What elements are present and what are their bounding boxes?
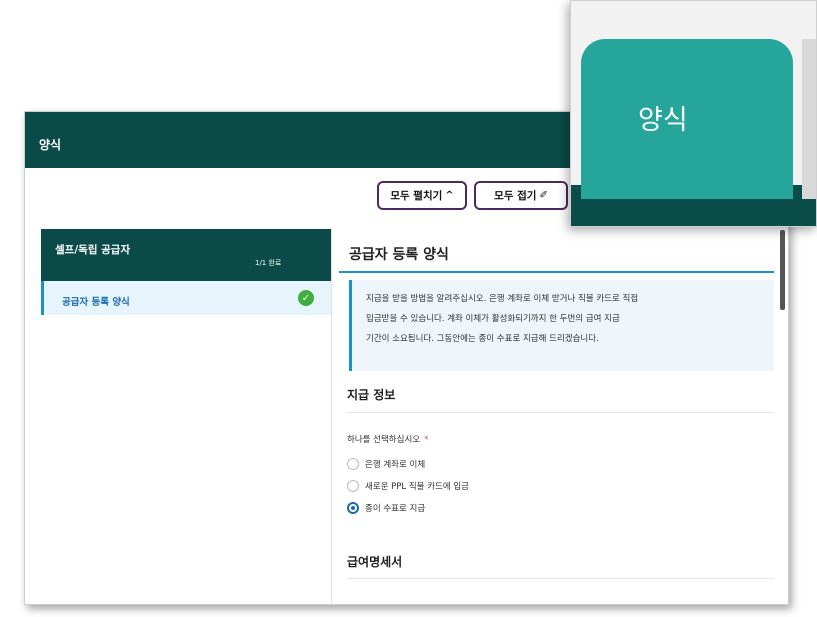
radio-label: 종이 수표로 지급 xyxy=(365,504,426,514)
info-line: 지급을 받을 방법을 알려주십시오. 은행 계좌로 이체 받거나 직불 카드로 … xyxy=(366,294,639,304)
radio-bank-transfer[interactable]: 은행 계좌로 이체 xyxy=(347,458,425,470)
radio-debit-card[interactable]: 새로운 PPL 직불 카드에 입금 xyxy=(347,480,469,492)
zoomed-adjacent-tab xyxy=(802,39,816,199)
form-content: 공급자 등록 양식 지급을 받을 방법을 알려주십시오. 은행 계좌로 이체 받… xyxy=(339,229,774,604)
form-title: 공급자 등록 양식 xyxy=(349,247,449,263)
sidebar: 셀프/독립 공급자 1/1 완료 공급자 등록 양식 ✓ xyxy=(41,229,332,604)
zoomed-tab-label: 양식 xyxy=(638,105,688,136)
chevron-up-icon: ^ xyxy=(445,190,454,201)
section-divider xyxy=(347,578,774,579)
paystub-section-title: 급여명세서 xyxy=(347,555,403,569)
radio-circle-selected[interactable] xyxy=(347,502,359,514)
collapse-all-label: 모두 접기 xyxy=(494,190,537,202)
question-label: 하나를 선택하십시오 xyxy=(347,435,421,445)
radio-circle[interactable] xyxy=(347,458,359,470)
sidebar-section-header: 셀프/독립 공급자 1/1 완료 xyxy=(41,229,331,281)
collapse-all-button[interactable]: 모두 접기 ✐ xyxy=(474,181,568,210)
sidebar-item-provider-registration-form[interactable]: 공급자 등록 양식 ✓ xyxy=(41,281,331,315)
zoomed-tab-callout: 양식 xyxy=(570,0,817,227)
sidebar-progress: 1/1 완료 xyxy=(255,259,282,267)
info-line: 입금받을 수 있습니다. 계좌 이체가 활성화되기까지 한 두번의 급여 지급 xyxy=(366,314,620,324)
pin-icon: ✐ xyxy=(539,190,548,201)
expand-all-label: 모두 펼치기 xyxy=(390,190,443,202)
check-circle-icon: ✓ xyxy=(298,290,314,306)
zoomed-forms-tab[interactable]: 양식 xyxy=(581,39,793,199)
info-box: 지급을 받을 방법을 알려주십시오. 은행 계좌로 이체 받거나 직불 카드로 … xyxy=(349,280,774,371)
radio-circle[interactable] xyxy=(347,480,359,492)
scrollbar[interactable] xyxy=(780,230,785,310)
title-divider xyxy=(339,271,774,273)
info-line: 기간이 소요됩니다. 그동안에는 종이 수표로 지급해 드리겠습니다. xyxy=(366,334,599,344)
payment-method-question: 하나를 선택하십시오 * xyxy=(347,433,428,445)
sidebar-item-label: 공급자 등록 양식 xyxy=(62,297,130,308)
radio-label: 새로운 PPL 직불 카드에 입금 xyxy=(365,482,469,492)
window-title: 양식 xyxy=(39,138,62,152)
expand-all-button[interactable]: 모두 펼치기 ^ xyxy=(377,181,467,210)
sidebar-section-title: 셀프/독립 공급자 xyxy=(55,244,131,256)
payment-section-title: 지급 정보 xyxy=(347,388,396,402)
radio-paper-check[interactable]: 종이 수표로 지급 xyxy=(347,502,425,514)
section-divider xyxy=(347,412,774,413)
required-mark: * xyxy=(424,435,429,445)
radio-label: 은행 계좌로 이체 xyxy=(365,460,426,470)
